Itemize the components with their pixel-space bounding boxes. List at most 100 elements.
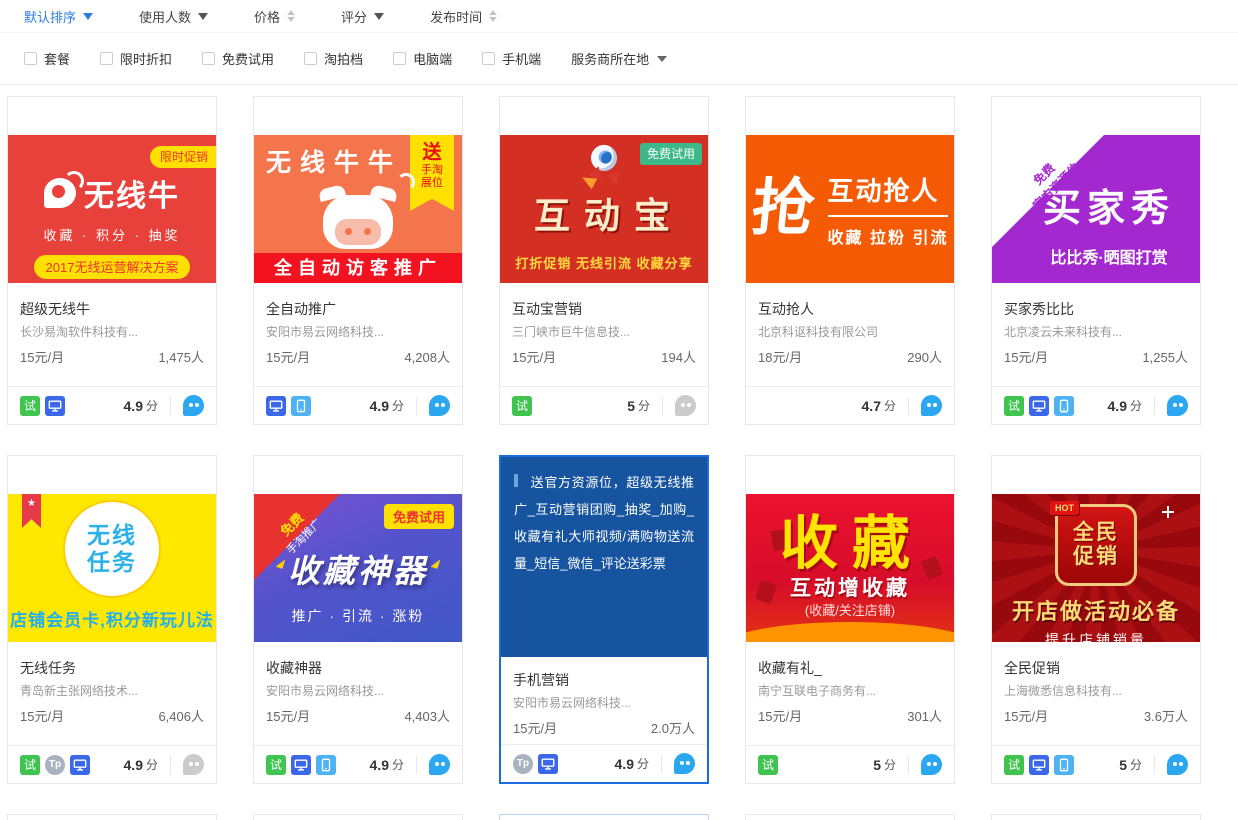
card-footer: 试 4.9 分 xyxy=(254,745,462,783)
filter-checkbox-pc[interactable]: 电脑端 xyxy=(393,49,452,68)
rating-unit: 分 xyxy=(884,756,896,773)
filter-checkbox-package[interactable]: 套餐 xyxy=(24,49,70,68)
filter-label: 淘拍档 xyxy=(324,49,363,68)
product-card-partial[interactable] xyxy=(499,814,709,820)
product-card-partial[interactable] xyxy=(991,814,1201,820)
product-title[interactable]: 买家秀比比 xyxy=(1004,300,1188,318)
product-banner: 免费 手淘推广 免费试用 收藏神器 推广 · 引流 · 涨粉 xyxy=(254,494,462,642)
card-footer: 试 Tp 4.9 分 xyxy=(8,745,216,783)
banner-slogan: 收藏 拉粉 引流 xyxy=(828,224,949,248)
filter-checkbox-free-trial[interactable]: 免费试用 xyxy=(202,49,274,68)
product-card-hudong-qiangren[interactable]: 抢 互动抢人 收藏 拉粉 引流 互动抢人 北京科讴科技有限公司 18元/月 29… xyxy=(745,96,955,425)
sort-item-publish-time[interactable]: 发布时间 xyxy=(430,7,497,26)
checkbox-icon[interactable] xyxy=(304,52,317,65)
price: 18元/月 xyxy=(758,349,802,367)
product-card-super-wuxianniu[interactable]: 限时促销 无线牛 收藏 · 积分 · 抽奖 2017无线运营解决方案 超级无线牛… xyxy=(7,96,217,425)
rating-unit: 分 xyxy=(1130,756,1142,773)
rating-value: 5 xyxy=(873,757,881,773)
wangwang-chat-icon[interactable] xyxy=(429,395,450,416)
checkbox-icon[interactable] xyxy=(202,52,215,65)
rating-unit: 分 xyxy=(1130,397,1142,414)
rating-value: 5 xyxy=(1119,757,1127,773)
sort-label: 发布时间 xyxy=(430,7,482,26)
checkbox-icon[interactable] xyxy=(100,52,113,65)
filter-bar: 套餐 限时折扣 免费试用 淘拍档 电脑端 手机端 服务商所在地 xyxy=(0,33,1238,85)
banner-slogan: 推广 · 引流 · 涨粉 xyxy=(254,606,462,626)
grid-row-1: 限时促销 无线牛 收藏 · 积分 · 抽奖 2017无线运营解决方案 超级无线牛… xyxy=(7,96,1238,425)
checkbox-icon[interactable] xyxy=(393,52,406,65)
product-title[interactable]: 互动宝营销 xyxy=(512,300,696,318)
mobile-icon xyxy=(291,396,311,416)
product-title[interactable]: 收藏神器 xyxy=(266,659,450,677)
user-count: 1,255人 xyxy=(1142,349,1188,367)
taopaidang-icon: Tp xyxy=(45,755,65,775)
sparkle-icon xyxy=(1162,506,1174,518)
company-name: 安阳市易云网络科技... xyxy=(266,683,450,699)
product-card-partial[interactable] xyxy=(253,814,463,820)
wangwang-chat-icon[interactable] xyxy=(1167,395,1188,416)
pc-icon xyxy=(291,755,311,775)
product-title[interactable]: 全自动推广 xyxy=(266,300,450,318)
product-title[interactable]: 互动抢人 xyxy=(758,300,942,318)
product-banner: 限时促销 无线牛 收藏 · 积分 · 抽奖 2017无线运营解决方案 xyxy=(8,135,216,283)
sort-item-users[interactable]: 使用人数 xyxy=(139,7,208,26)
sort-arrow-down-icon xyxy=(198,13,208,20)
product-card-shouji-yingxiao-selected[interactable]: 送官方资源位，超级无线推广_互动营销团购_抽奖_加购_收藏有礼大师视频/满购物送… xyxy=(499,455,709,784)
wangwang-chat-icon[interactable] xyxy=(183,395,204,416)
wangwang-chat-icon[interactable] xyxy=(674,753,695,774)
user-count: 301人 xyxy=(907,708,942,726)
sort-item-price[interactable]: 价格 xyxy=(254,7,295,26)
wangwang-chat-icon[interactable] xyxy=(921,395,942,416)
product-card-shoucang-shenqi[interactable]: 免费 手淘推广 免费试用 收藏神器 推广 · 引流 · 涨粉 收藏神器 安阳市易… xyxy=(253,455,463,784)
sort-item-default[interactable]: 默认排序 xyxy=(24,7,93,26)
card-footer: 试 4.9 分 xyxy=(8,386,216,424)
product-title[interactable]: 超级无线牛 xyxy=(20,300,204,318)
banner-headline: 开店做活动必备 xyxy=(992,594,1200,626)
provider-location-dropdown[interactable]: 服务商所在地 xyxy=(571,49,667,68)
wangwang-chat-icon[interactable] xyxy=(183,754,204,775)
filter-checkbox-taopaidang[interactable]: 淘拍档 xyxy=(304,49,363,68)
checkbox-icon[interactable] xyxy=(482,52,495,65)
product-card-maijiaxiu[interactable]: 免费 官方资源位 买家秀 比比秀·晒图打赏 买家秀比比 北京凌云未来科技有...… xyxy=(991,96,1201,425)
product-card-shoucang-youli[interactable]: 收藏 互动增收藏 (收藏/关注店铺) 收藏有礼_ 南宁互联电子商务有... 15… xyxy=(745,455,955,784)
pc-icon xyxy=(1029,755,1049,775)
card-footer: 试 5 分 xyxy=(992,745,1200,783)
price: 15元/月 xyxy=(266,708,310,726)
wangwang-chat-icon[interactable] xyxy=(921,754,942,775)
user-count: 194人 xyxy=(661,349,696,367)
trial-icon: 试 xyxy=(20,755,40,775)
filter-label: 免费试用 xyxy=(222,49,274,68)
user-count: 2.0万人 xyxy=(651,720,695,738)
product-card-auto-promotion[interactable]: 无线牛牛 送 手淘 展位 全自动访客推广 全自动推广 安阳市易云网络科技... … xyxy=(253,96,463,425)
rating-unit: 分 xyxy=(392,397,404,414)
trial-icon: 试 xyxy=(512,396,532,416)
user-count: 1,475人 xyxy=(158,349,204,367)
product-card-hudongbao[interactable]: 免费试用 互动宝 打折促销 无线引流 收藏分享 互动宝营销 三门峡市巨牛信息技.… xyxy=(499,96,709,425)
banner-slogan: 打折促销 无线引流 收藏分享 xyxy=(500,253,708,272)
product-title[interactable]: 全民促销 xyxy=(1004,659,1188,677)
banner-subtext: (收藏/关注店铺) xyxy=(746,600,954,619)
wangwang-chat-icon[interactable] xyxy=(1167,754,1188,775)
product-card-partial[interactable] xyxy=(745,814,955,820)
cow-icon xyxy=(313,187,403,251)
company-name: 上海微悉信息科技有... xyxy=(1004,683,1188,699)
wangwang-chat-icon[interactable] xyxy=(675,395,696,416)
product-card-wuxian-renwu[interactable]: ★ 无线 任务 店铺会员卡,积分新玩儿法 无线任务 青岛新主张网络技术... 1… xyxy=(7,455,217,784)
banner-glyph: 抢 xyxy=(748,178,817,240)
wangwang-chat-icon[interactable] xyxy=(429,754,450,775)
filter-checkbox-mobile[interactable]: 手机端 xyxy=(482,49,541,68)
filter-checkbox-limited-discount[interactable]: 限时折扣 xyxy=(100,49,172,68)
checkbox-icon[interactable] xyxy=(24,52,37,65)
sort-item-rating[interactable]: 评分 xyxy=(341,7,384,26)
rocket-icon xyxy=(578,139,629,187)
banner-slogan: 店铺会员卡,积分新玩儿法 xyxy=(8,606,216,631)
product-card-partial[interactable] xyxy=(7,814,217,820)
product-title[interactable]: 手机营销 xyxy=(513,671,695,689)
product-title[interactable]: 无线任务 xyxy=(20,659,204,677)
card-footer: 4.7 分 xyxy=(746,386,954,424)
product-card-quanmin-cuxiao[interactable]: HOT 全民 促销 开店做活动必备 提升店铺销量 全民促销 上海微悉信息科技有.… xyxy=(991,455,1201,784)
sort-label: 默认排序 xyxy=(24,7,76,26)
rating-value: 4.9 xyxy=(124,398,143,414)
free-trial-badge: 免费试用 xyxy=(384,504,454,529)
product-title[interactable]: 收藏有礼_ xyxy=(758,659,942,677)
